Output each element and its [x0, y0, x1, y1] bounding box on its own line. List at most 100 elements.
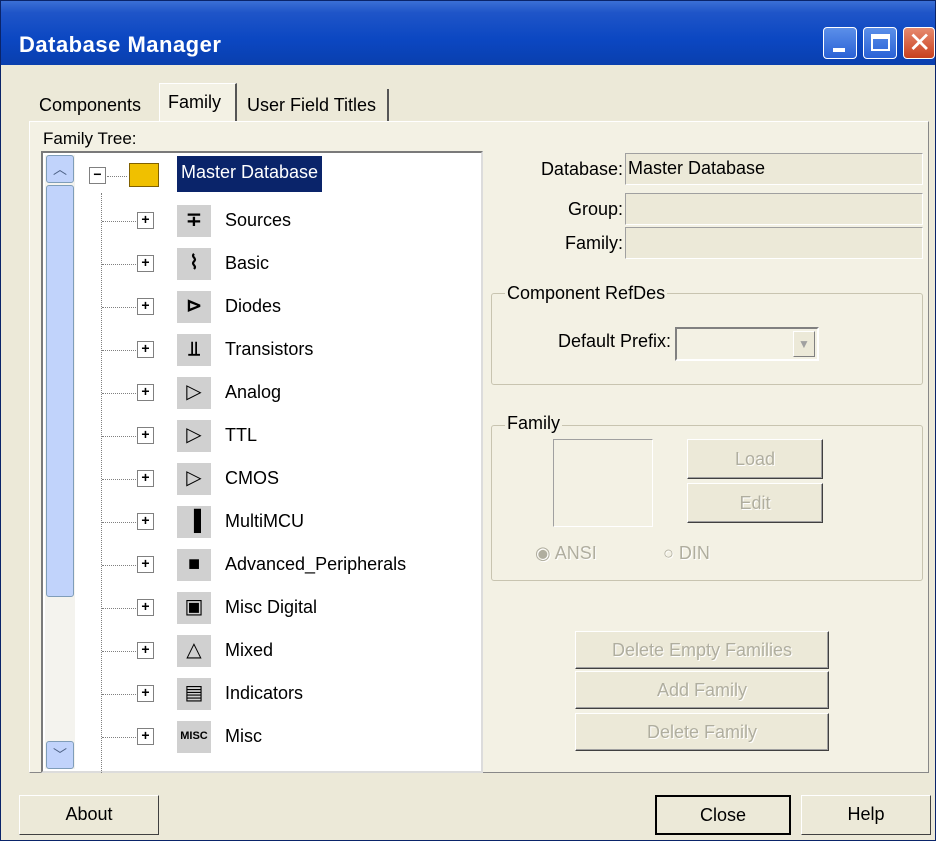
tree-connector-line — [102, 436, 138, 437]
expand-toggle[interactable]: + — [137, 384, 154, 401]
tree-connector-line — [107, 176, 127, 177]
indicators-icon: ▤ — [177, 678, 211, 710]
tree-connector-line — [102, 221, 138, 222]
scrollbar-thumb[interactable] — [46, 185, 74, 597]
expand-toggle[interactable]: + — [137, 427, 154, 444]
scroll-up-button[interactable]: ︿ — [46, 155, 74, 183]
maximize-button[interactable] — [863, 27, 897, 59]
default-prefix-label: Default Prefix: — [557, 331, 671, 351]
tree-node-label[interactable]: MultiMCU — [225, 511, 304, 532]
minimize-button[interactable] — [823, 27, 857, 59]
tree-node-label[interactable]: Basic — [225, 253, 269, 274]
din-radio[interactable]: ○ DIN — [663, 543, 710, 564]
tree-node-label[interactable]: Indicators — [225, 683, 303, 704]
multimcu-icon: ▐ — [177, 506, 211, 538]
family-group-title: Family — [505, 413, 562, 434]
expand-toggle[interactable]: + — [137, 212, 154, 229]
tree-node-master-database[interactable]: Master Database — [177, 156, 323, 192]
maximize-icon — [871, 34, 890, 51]
din-label: DIN — [678, 543, 710, 563]
expand-toggle[interactable]: + — [137, 341, 154, 358]
minimize-icon — [833, 48, 845, 52]
tree-scrollbar[interactable]: ︿ ﹀ — [45, 155, 75, 769]
misc-icon: MISC — [177, 721, 211, 753]
expand-toggle[interactable]: + — [137, 470, 154, 487]
collapse-toggle-master[interactable]: − — [89, 167, 106, 184]
tree-node-label[interactable]: Sources — [225, 210, 291, 231]
database-manager-window: Database Manager ✕ Components Family Use… — [0, 0, 936, 841]
about-button[interactable]: About — [19, 795, 159, 835]
tab-user-field-titles[interactable]: User Field Titles — [239, 89, 389, 121]
group-label: Group: — [567, 199, 623, 219]
radio-selected-icon: ◉ — [535, 543, 551, 563]
tree-connector-line — [102, 350, 138, 351]
ansi-label: ANSI — [554, 543, 597, 563]
scroll-down-button[interactable]: ﹀ — [46, 741, 74, 769]
cmos-icon: ▷ — [177, 463, 211, 495]
family-field — [625, 227, 923, 259]
radio-unselected-icon: ○ — [663, 543, 674, 563]
tree-node-label[interactable]: Diodes — [225, 296, 281, 317]
chevron-up-icon: ︿ — [53, 161, 67, 177]
database-field: Master Database — [625, 153, 923, 185]
tree-connector-line — [102, 651, 138, 652]
help-button[interactable]: Help — [801, 795, 931, 835]
tree-node-label[interactable]: Misc Digital — [225, 597, 317, 618]
tree-node-label[interactable]: Mixed — [225, 640, 273, 661]
expand-toggle[interactable]: + — [137, 255, 154, 272]
tree-node-label[interactable]: TTL — [225, 425, 257, 446]
tree-node-label[interactable]: Misc — [225, 726, 262, 747]
expand-toggle[interactable]: + — [137, 513, 154, 530]
database-label: Database: — [540, 159, 623, 179]
tree-connector-line — [102, 479, 138, 480]
sources-icon: ∓ — [177, 205, 211, 237]
expand-toggle[interactable]: + — [137, 556, 154, 573]
advanced-peripherals-icon: ■ — [177, 549, 211, 581]
tree-connector-line — [102, 264, 138, 265]
expand-toggle[interactable]: + — [137, 298, 154, 315]
tree-connector-line — [102, 694, 138, 695]
diodes-icon: ⊳ — [177, 291, 211, 323]
expand-toggle[interactable]: + — [137, 599, 154, 616]
close-window-button[interactable]: ✕ — [903, 27, 935, 59]
transistors-icon: ⫫ — [177, 334, 211, 366]
default-prefix-combo[interactable]: ▼ — [675, 327, 819, 361]
misc-digital-icon: ▣ — [177, 592, 211, 624]
load-button[interactable]: Load — [687, 439, 823, 479]
delete-empty-families-button[interactable]: Delete Empty Families — [575, 631, 829, 669]
title-bar[interactable]: Database Manager ✕ — [1, 1, 935, 65]
tree-connector-line — [102, 565, 138, 566]
tree-node-label[interactable]: Transistors — [225, 339, 313, 360]
close-button[interactable]: Close — [655, 795, 791, 835]
chevron-down-icon: ﹀ — [53, 747, 67, 763]
component-refdes-title: Component RefDes — [505, 283, 668, 304]
family-tree-label: Family Tree: — [43, 129, 137, 148]
tree-connector-line — [101, 193, 102, 773]
tree-connector-line — [102, 393, 138, 394]
family-label: Family: — [565, 233, 623, 253]
tree-connector-line — [102, 737, 138, 738]
delete-family-button[interactable]: Delete Family — [575, 713, 829, 751]
tree-node-label[interactable]: Analog — [225, 382, 281, 403]
family-tree[interactable]: ︿ ﹀ — [41, 151, 483, 773]
database-icon — [129, 163, 159, 187]
tab-family[interactable]: Family — [159, 83, 237, 123]
ttl-icon: ▷ — [177, 420, 211, 452]
tree-node-label[interactable]: Advanced_Peripherals — [225, 554, 406, 575]
ansi-radio[interactable]: ◉ ANSI — [535, 543, 597, 564]
tree-connector-line — [102, 307, 138, 308]
expand-toggle[interactable]: + — [137, 642, 154, 659]
chevron-down-icon[interactable]: ▼ — [793, 331, 815, 357]
close-icon: ✕ — [908, 27, 932, 58]
basic-icon: ⌇ — [177, 248, 211, 280]
tree-connector-line — [102, 608, 138, 609]
window-title: Database Manager — [19, 32, 222, 57]
expand-toggle[interactable]: + — [137, 728, 154, 745]
analog-icon: ▷ — [177, 377, 211, 409]
add-family-button[interactable]: Add Family — [575, 671, 829, 709]
tree-connector-line — [102, 522, 138, 523]
expand-toggle[interactable]: + — [137, 685, 154, 702]
tree-node-label[interactable]: CMOS — [225, 468, 279, 489]
tab-components[interactable]: Components — [31, 89, 157, 121]
edit-button[interactable]: Edit — [687, 483, 823, 523]
